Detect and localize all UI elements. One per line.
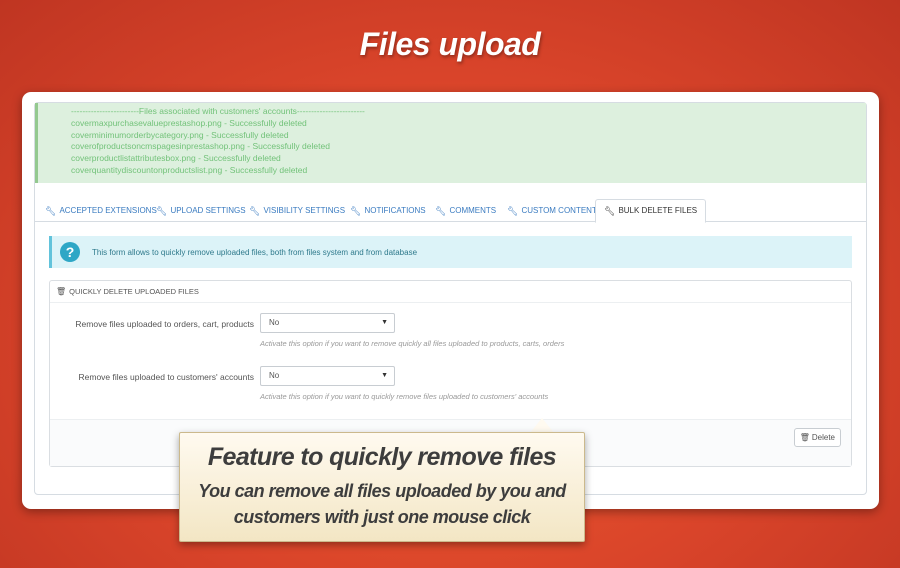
- wrench-icon: 🔧︎: [156, 206, 168, 216]
- wrench-icon: 🔧︎: [249, 206, 261, 216]
- question-icon: ?: [60, 242, 80, 262]
- customers-files-select[interactable]: No ▼: [260, 366, 395, 386]
- success-log-line: coverofproductsoncmspagesinprestashop.pn…: [71, 141, 330, 152]
- trash-icon: 🗑︎: [56, 287, 67, 296]
- trash-icon: 🗑︎: [799, 433, 810, 442]
- panel-heading: 🗑︎ Quickly delete uploaded files: [50, 281, 851, 303]
- success-log-header: ------------------------Files associated…: [71, 106, 365, 116]
- tab-bulk-delete-files[interactable]: 🔧︎ Bulk delete files: [595, 199, 707, 223]
- orders-field-help: Activate this option if you want to remo…: [260, 339, 565, 348]
- info-alert: ? This form allows to quickly remove upl…: [49, 236, 852, 268]
- panel-heading-text: Quickly delete uploaded files: [69, 287, 199, 296]
- success-log-line: coverminimumorderbycategory.png - Succes…: [71, 129, 289, 140]
- orders-files-select[interactable]: No ▼: [260, 313, 395, 333]
- customers-field-help: Activate this option if you want to quic…: [260, 392, 549, 401]
- success-log-line: coverquantitydiscountonproductslist.png …: [71, 164, 308, 175]
- callout-subtitle: You can remove all files uploaded by you…: [198, 481, 566, 527]
- tab-notifications[interactable]: 🔧︎ Notifications: [350, 199, 426, 223]
- caret-down-icon: ▼: [381, 372, 388, 379]
- info-text: This form allows to quickly remove uploa…: [92, 247, 418, 257]
- tab-custom-contents[interactable]: 🔧︎ Custom contents: [507, 199, 602, 223]
- wrench-icon: 🔧︎: [435, 206, 447, 216]
- caret-down-icon: ▼: [381, 319, 388, 326]
- customers-field-label: Remove files uploaded to customers' acco…: [78, 372, 255, 382]
- tab-bar: 🔧︎ Accepted extensions 🔧︎ Upload setting…: [35, 195, 866, 223]
- banner-title: Files upload: [359, 26, 541, 62]
- wrench-icon: 🔧︎: [604, 206, 616, 216]
- tab-visibility-settings[interactable]: 🔧︎ Visibility settings: [249, 199, 345, 223]
- wrench-icon: 🔧︎: [45, 206, 57, 216]
- wrench-icon: 🔧︎: [507, 206, 519, 216]
- feature-callout: Feature to quickly remove files You can …: [179, 432, 585, 542]
- delete-button[interactable]: 🗑︎ Delete: [793, 428, 841, 447]
- orders-field-label: Remove files uploaded to orders, cart, p…: [75, 319, 254, 329]
- callout-pointer: [530, 418, 554, 433]
- success-log: ------------------------Files associated…: [35, 103, 866, 183]
- wrench-icon: 🔧︎: [350, 206, 362, 216]
- success-log-line: coverproductlistattributesbox.png - Succ…: [71, 153, 281, 164]
- tab-upload-settings[interactable]: 🔧︎ Upload settings: [156, 199, 246, 223]
- tab-accepted-extensions[interactable]: 🔧︎ Accepted extensions: [45, 199, 157, 223]
- callout-title: Feature to quickly remove files: [207, 443, 557, 471]
- success-log-line: covermaxpurchasevalueprestashop.png - Su…: [71, 117, 307, 128]
- tab-comments[interactable]: 🔧︎ Comments: [435, 199, 496, 223]
